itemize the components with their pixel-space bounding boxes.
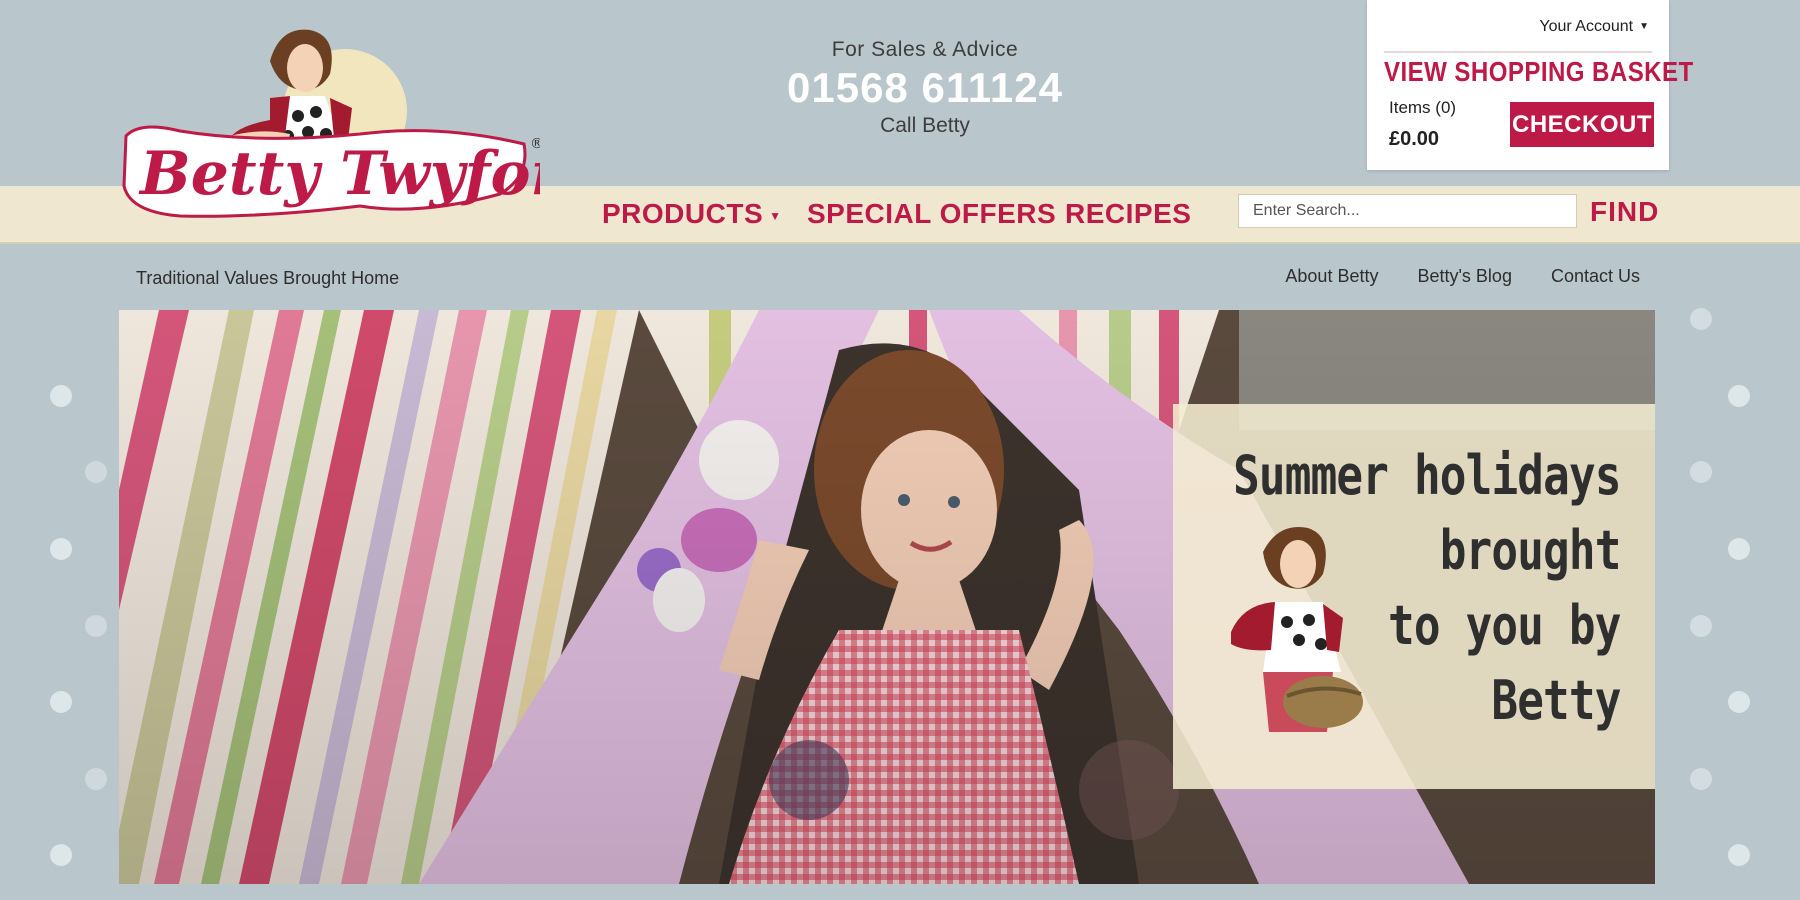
tagline: Traditional Values Brought Home xyxy=(136,268,400,288)
nav-recipes[interactable]: RECIPES xyxy=(1065,198,1191,230)
basket-panel: Your Account ▼ VIEW SHOPPING BASKET Items… xyxy=(1367,0,1693,170)
promo-line-4: Betty xyxy=(1491,669,1622,732)
contact-us-link[interactable]: Contact Us xyxy=(1551,266,1640,287)
caret-down-icon: ▼ xyxy=(769,208,782,223)
divider xyxy=(1384,51,1652,53)
betty-illustration xyxy=(1231,527,1363,732)
basket-items-count: Items (0) xyxy=(1389,98,1457,117)
promo-line-1: Summer holidays xyxy=(1233,444,1621,507)
promo-line-3: to you by xyxy=(1388,594,1621,657)
logo-wordmark: Betty Twyford xyxy=(138,139,540,209)
svg-text:®: ® xyxy=(530,136,540,152)
search-input[interactable] xyxy=(1238,194,1577,228)
basket-total: £0.00 xyxy=(1389,128,1440,150)
your-account-label: Your Account xyxy=(1539,18,1634,35)
right-polka-dots xyxy=(1690,308,1770,880)
promo-overlay: Summer holidays brought to you by Betty xyxy=(1173,404,1655,789)
sales-label: For Sales & Advice xyxy=(831,38,1019,61)
your-account-menu[interactable]: Your Account ▼ xyxy=(1539,18,1649,36)
nav-products-label: PRODUCTS xyxy=(602,198,764,229)
about-betty-link[interactable]: About Betty xyxy=(1285,266,1378,287)
phone-number[interactable]: 01568 611124 xyxy=(700,64,1150,112)
nav-products[interactable]: PRODUCTS ▼ xyxy=(602,198,782,230)
nav-special-offers[interactable]: SPECIAL OFFERS xyxy=(807,198,1056,230)
bettys-blog-link[interactable]: Betty's Blog xyxy=(1417,266,1511,287)
secondary-nav: About Betty Betty's Blog Contact Us xyxy=(1285,266,1640,287)
call-betty-label: Call Betty xyxy=(880,114,970,137)
hero-banner[interactable]: Summer holidays brought to you by Betty xyxy=(119,310,1655,884)
view-shopping-basket-link[interactable]: VIEW SHOPPING BASKET xyxy=(1384,56,1694,88)
sales-contact: For Sales & Advice 01568 611124 Call Bet… xyxy=(700,38,1150,138)
brand-logo[interactable]: Betty Twyford ® xyxy=(120,16,604,236)
find-button[interactable]: FIND xyxy=(1590,196,1659,228)
promo-line-2: brought xyxy=(1440,519,1622,582)
caret-down-icon: ▼ xyxy=(1639,21,1649,33)
left-polka-dots xyxy=(30,320,110,880)
checkout-button[interactable]: CHECKOUT xyxy=(1510,102,1654,147)
